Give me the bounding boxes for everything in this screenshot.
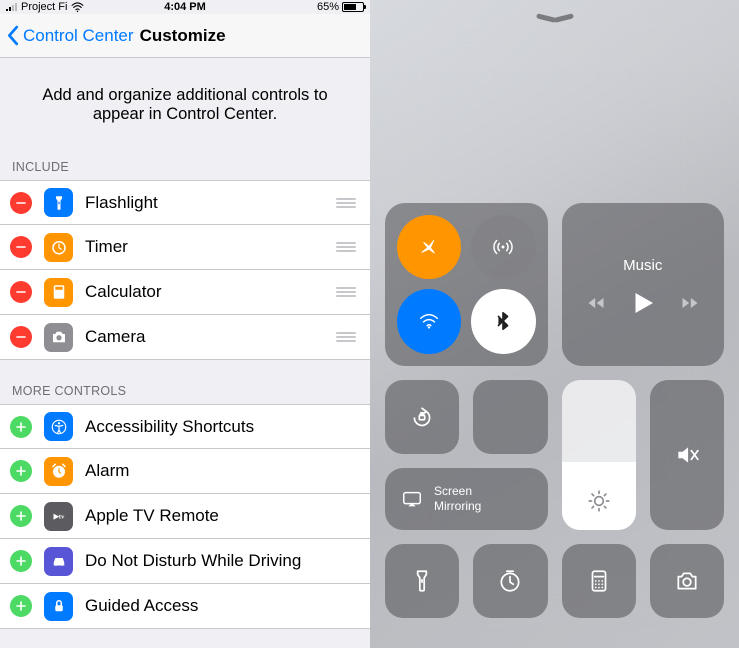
volume-slider[interactable]: [650, 380, 724, 530]
calculator-tile[interactable]: [562, 544, 636, 618]
timer-icon: [44, 233, 73, 262]
music-title: Music: [623, 257, 662, 274]
section-header-more: MORE CONTROLS: [0, 378, 370, 404]
list-row: Accessibility Shortcuts: [0, 404, 370, 449]
list-row: ▶tv Apple TV Remote: [0, 494, 370, 539]
drag-handle[interactable]: [336, 332, 356, 342]
add-button[interactable]: [10, 416, 32, 438]
add-button[interactable]: [10, 460, 32, 482]
prev-track-icon[interactable]: [586, 293, 606, 313]
add-button[interactable]: [10, 550, 32, 572]
connectivity-platter[interactable]: [385, 203, 548, 366]
play-icon[interactable]: [628, 288, 658, 318]
status-clock: 4:04 PM: [0, 1, 370, 13]
row-label: Flashlight: [85, 193, 158, 213]
remove-button[interactable]: [10, 192, 32, 214]
camera-tile[interactable]: [650, 544, 724, 618]
flashlight-icon: [44, 188, 73, 217]
brightness-slider[interactable]: [562, 380, 636, 530]
drag-handle[interactable]: [336, 242, 356, 252]
row-label: Calculator: [85, 282, 162, 302]
lock-icon: [44, 592, 73, 621]
remove-button[interactable]: [10, 236, 32, 258]
camera-icon: [44, 323, 73, 352]
drag-handle[interactable]: [336, 287, 356, 297]
screen-mirroring-label: Screen Mirroring: [434, 484, 481, 513]
row-label: Alarm: [85, 461, 129, 481]
nav-bar: Control Center Customize: [0, 14, 370, 58]
row-label: Apple TV Remote: [85, 506, 219, 526]
battery-icon: [342, 2, 364, 12]
airplane-toggle[interactable]: [397, 215, 461, 279]
add-button[interactable]: [10, 595, 32, 617]
row-label: Guided Access: [85, 596, 198, 616]
timer-tile[interactable]: [473, 544, 547, 618]
remove-button[interactable]: [10, 281, 32, 303]
screen-mirroring-tile[interactable]: Screen Mirroring: [385, 468, 548, 530]
list-row: Timer: [0, 225, 370, 270]
list-row: Guided Access: [0, 584, 370, 629]
nav-title: Customize: [140, 26, 226, 46]
back-label: Control Center: [23, 26, 134, 46]
row-label: Accessibility Shortcuts: [85, 417, 254, 437]
list-row: Camera: [0, 315, 370, 360]
next-track-icon[interactable]: [680, 293, 700, 313]
svg-text:▶tv: ▶tv: [52, 513, 64, 520]
list-row: Do Not Disturb While Driving: [0, 539, 370, 584]
appletv-icon: ▶tv: [44, 502, 73, 531]
bluetooth-toggle[interactable]: [471, 289, 535, 353]
row-label: Do Not Disturb While Driving: [85, 551, 301, 571]
list-row: Alarm: [0, 449, 370, 494]
row-label: Camera: [85, 327, 145, 347]
music-platter[interactable]: Music: [562, 203, 725, 366]
grabber-handle[interactable]: [537, 18, 573, 23]
car-icon: [44, 547, 73, 576]
add-button[interactable]: [10, 505, 32, 527]
back-button[interactable]: Control Center: [6, 25, 134, 46]
alarm-icon: [44, 457, 73, 486]
instruction-text: Add and organize additional controls to …: [0, 58, 370, 154]
drag-handle[interactable]: [336, 198, 356, 208]
row-label: Timer: [85, 237, 128, 257]
accessibility-icon: [44, 412, 73, 441]
settings-pane: Project Fi 4:04 PM 65% Control Center Cu…: [0, 0, 370, 648]
list-row: Flashlight: [0, 180, 370, 225]
remove-button[interactable]: [10, 326, 32, 348]
wifi-toggle[interactable]: [397, 289, 461, 353]
control-center-pane: Music Screen Mirroring: [370, 0, 739, 648]
dnd-tile[interactable]: [473, 380, 547, 454]
flashlight-tile[interactable]: [385, 544, 459, 618]
orientation-lock-tile[interactable]: [385, 380, 459, 454]
cellular-toggle[interactable]: [471, 215, 535, 279]
list-row: Calculator: [0, 270, 370, 315]
calculator-icon: [44, 278, 73, 307]
section-header-include: INCLUDE: [0, 154, 370, 180]
status-bar: Project Fi 4:04 PM 65%: [0, 0, 370, 14]
